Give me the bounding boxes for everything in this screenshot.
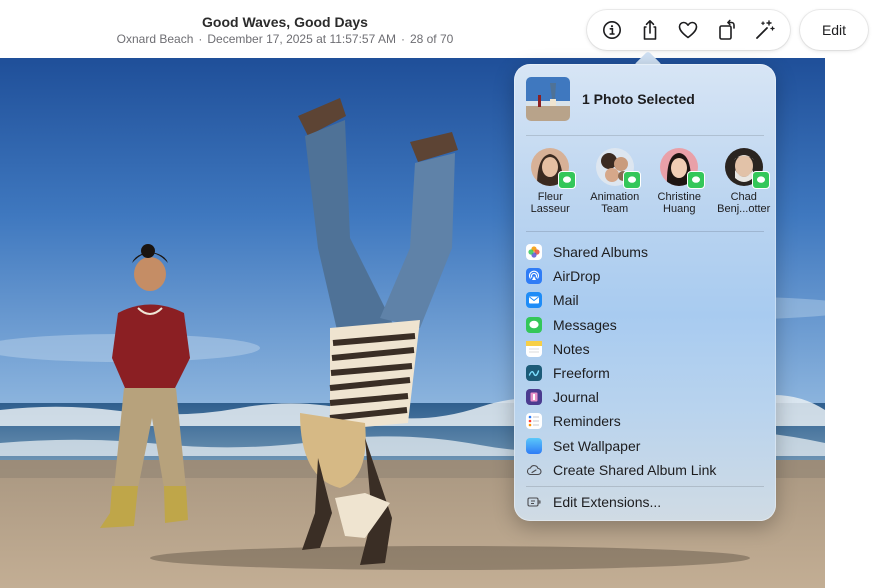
share-destinations: Shared Albums AirDrop Mail Messages Note… <box>526 240 766 482</box>
edit-extensions-label: Edit Extensions... <box>553 494 662 510</box>
reminders-icon <box>526 413 542 430</box>
enhance-button[interactable] <box>748 14 782 46</box>
cloud-link-icon <box>526 462 542 478</box>
menu-item-label: Reminders <box>553 413 621 430</box>
separator: · <box>198 32 203 46</box>
photo-subtitle: Oxnard Beach · December 17, 2025 at 11:57:… <box>95 31 475 47</box>
contact-name: Animation Team <box>590 191 640 215</box>
menu-item-set-wallpaper[interactable]: Set Wallpaper <box>526 434 766 458</box>
menu-item-notes[interactable]: Notes <box>526 337 766 361</box>
photo-position: 28 of 70 <box>409 32 454 46</box>
messages-badge-icon <box>558 171 577 189</box>
favorite-button[interactable] <box>671 14 705 46</box>
photo-location: Oxnard Beach <box>116 32 194 46</box>
menu-item-label: Mail <box>553 292 579 309</box>
contact-christine-huang[interactable]: Christine Huang <box>647 148 712 215</box>
contact-animation-team[interactable]: Animation Team <box>583 148 648 215</box>
contact-chad[interactable]: Chad Benj...otter <box>712 148 777 215</box>
share-icon <box>643 20 657 40</box>
share-button[interactable] <box>633 14 667 46</box>
menu-item-freeform[interactable]: Freeform <box>526 361 766 385</box>
menu-item-create-shared-album-link[interactable]: Create Shared Album Link <box>526 458 766 482</box>
menu-item-label: Shared Albums <box>553 244 648 261</box>
divider <box>526 231 764 232</box>
messages-icon <box>526 316 542 333</box>
notes-icon <box>526 340 542 357</box>
share-title: 1 Photo Selected <box>582 91 695 107</box>
info-icon <box>603 21 622 39</box>
info-button[interactable] <box>595 14 629 46</box>
contact-fleur-lasseur[interactable]: Fleur Lasseur <box>518 148 583 215</box>
menu-item-label: Create Shared Album Link <box>553 461 717 478</box>
menu-item-label: Freeform <box>553 365 610 382</box>
photo-datetime: December 17, 2025 at 11:57:57 AM <box>207 32 396 46</box>
menu-item-label: Set Wallpaper <box>553 437 641 454</box>
photos-icon <box>526 244 542 261</box>
edit-button[interactable]: Edit <box>800 10 868 50</box>
photo-title-block: Good Waves, Good Days Oxnard Beach · Decem… <box>95 14 475 47</box>
menu-item-reminders[interactable]: Reminders <box>526 409 766 433</box>
menu-item-label: Journal <box>553 389 599 406</box>
menu-item-messages[interactable]: Messages <box>526 313 766 337</box>
contact-name: Christine Huang <box>657 191 701 215</box>
title-bar: Good Waves, Good Days Oxnard Beach · Decem… <box>0 0 878 58</box>
divider <box>526 135 764 136</box>
messages-badge-icon <box>622 171 641 189</box>
separator: · <box>400 32 405 46</box>
mail-icon <box>526 292 542 309</box>
menu-item-label: Notes <box>553 340 590 357</box>
menu-item-label: Messages <box>553 316 617 333</box>
photo-thumbnail <box>526 77 570 121</box>
freeform-icon <box>526 365 542 382</box>
extensions-icon <box>526 494 542 510</box>
menu-item-journal[interactable]: Journal <box>526 385 766 409</box>
divider <box>526 486 764 487</box>
contact-name: Chad Benj...otter <box>717 191 771 215</box>
edit-extensions-button[interactable]: Edit Extensions... <box>526 494 661 510</box>
messages-badge-icon <box>687 171 706 189</box>
share-sheet: 1 Photo Selected Fleur Lasseur Animation… <box>514 64 776 521</box>
menu-item-shared-albums[interactable]: Shared Albums <box>526 240 766 264</box>
menu-item-airdrop[interactable]: AirDrop <box>526 264 766 288</box>
journal-icon <box>526 389 542 406</box>
toolbar-group <box>587 10 790 50</box>
rotate-button[interactable] <box>710 14 744 46</box>
window-edge <box>825 58 878 588</box>
airdrop-icon <box>526 268 542 285</box>
contact-name: Fleur Lasseur <box>530 191 570 215</box>
heart-icon <box>679 21 698 39</box>
photo-title: Good Waves, Good Days <box>202 14 368 30</box>
rotate-icon <box>718 19 735 40</box>
menu-item-label: AirDrop <box>553 268 601 285</box>
wallpaper-icon <box>526 437 542 454</box>
share-header: 1 Photo Selected <box>526 77 695 121</box>
messages-badge-icon <box>751 171 770 189</box>
share-contacts: Fleur Lasseur Animation Team Christine H… <box>518 148 776 215</box>
magic-wand-icon <box>755 20 775 39</box>
menu-item-mail[interactable]: Mail <box>526 288 766 312</box>
